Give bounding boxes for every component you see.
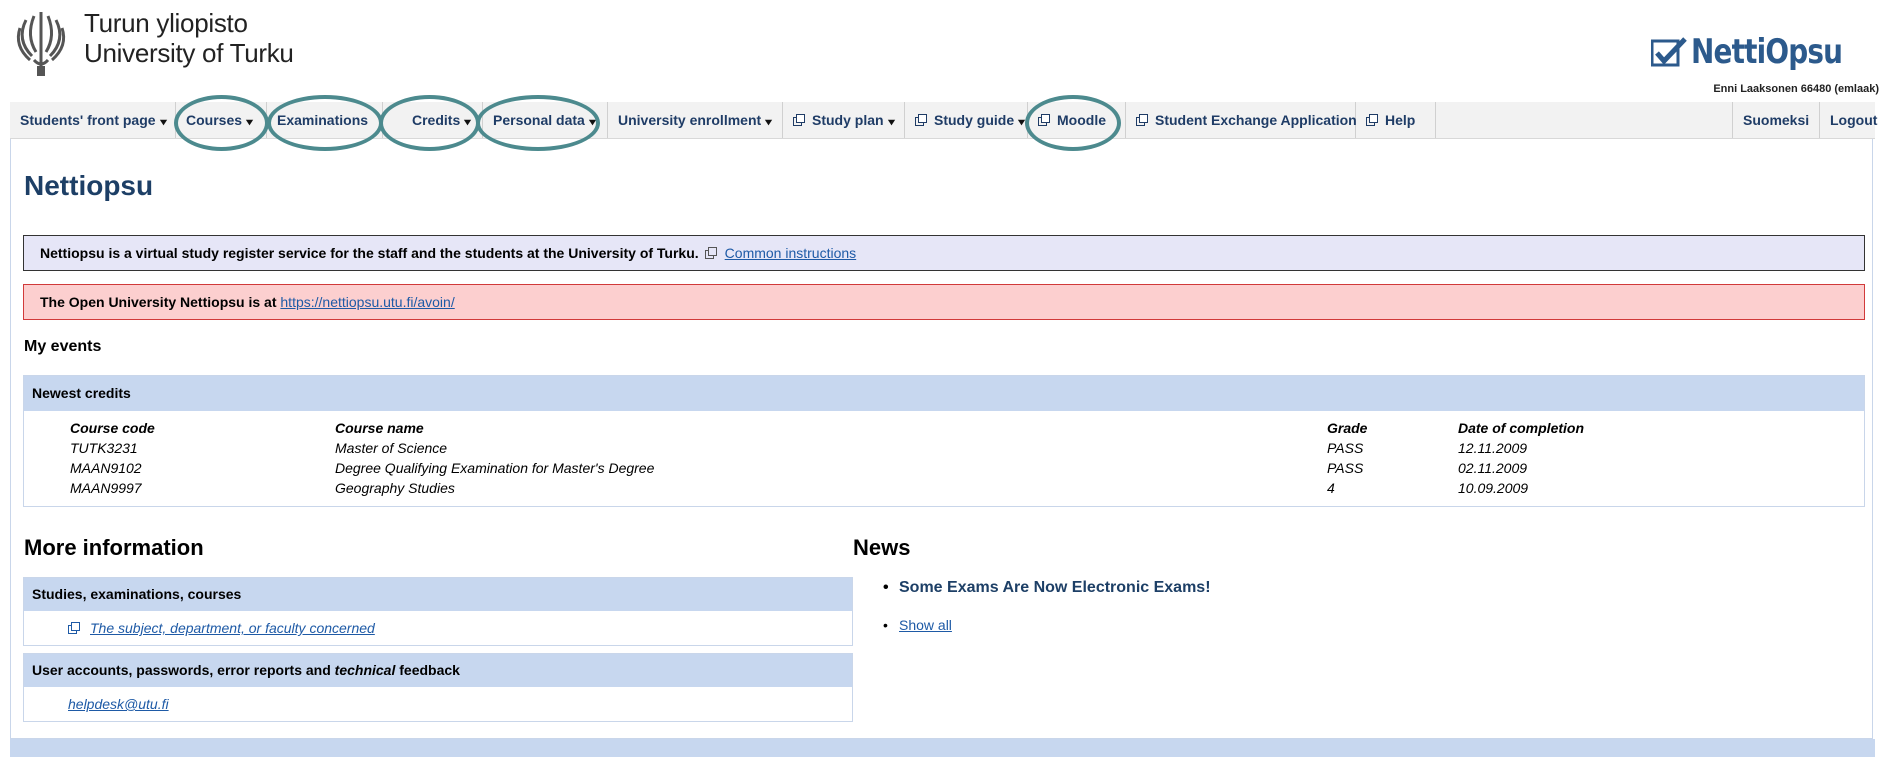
helpdesk-title-em: technical bbox=[334, 662, 396, 678]
studies-info-body: The subject, department, or faculty conc… bbox=[24, 611, 852, 645]
helpdesk-panel: User accounts, passwords, error reports … bbox=[23, 653, 853, 722]
dropdown-arrow-icon: ▾ bbox=[765, 117, 772, 128]
nav-help[interactable]: Help bbox=[1356, 102, 1436, 138]
nav-label: Study plan bbox=[812, 112, 884, 128]
logged-in-user: Enni Laaksonen 66480 (emlaak) bbox=[1713, 83, 1879, 95]
studies-info-title: Studies, examinations, courses bbox=[24, 578, 852, 611]
show-all-link[interactable]: Show all bbox=[899, 617, 952, 633]
helpdesk-title-a: User accounts, passwords, error reports … bbox=[32, 662, 331, 678]
news-list: Some Exams Are Now Electronic Exams! Sho… bbox=[883, 577, 1211, 636]
dropdown-arrow-icon: ▾ bbox=[1018, 117, 1025, 128]
column-header: Course code bbox=[70, 420, 155, 436]
grade: PASS bbox=[1327, 460, 1364, 476]
nav-university-enrollment[interactable]: University enrollment ▾ bbox=[608, 102, 783, 138]
university-name-en: University of Turku bbox=[84, 38, 294, 68]
newest-credits-panel: Newest credits Course code Course name G… bbox=[23, 375, 1865, 507]
external-link-icon bbox=[704, 247, 717, 259]
table-row: MAAN9997 Geography Studies 4 10.09.2009 bbox=[24, 478, 1864, 498]
page-title: Nettiopsu bbox=[24, 170, 154, 201]
dropdown-arrow-icon: ▾ bbox=[159, 117, 167, 128]
nav-students-front-page[interactable]: Students' front page ▾ bbox=[10, 102, 176, 138]
nav-label: Study guide bbox=[934, 112, 1015, 128]
brand-name: NettiOpsu bbox=[1690, 32, 1843, 72]
checkbox-check-icon bbox=[1650, 37, 1687, 67]
dropdown-arrow-icon: ▾ bbox=[887, 117, 895, 128]
column-header: Grade bbox=[1327, 420, 1368, 436]
nav-logout[interactable]: Logout bbox=[1820, 102, 1878, 138]
news-item-text: Some Exams Are Now Electronic Exams! bbox=[899, 579, 1211, 596]
external-link-icon bbox=[1366, 114, 1378, 126]
open-university-notice-text: The Open University Nettiopsu is at bbox=[40, 294, 277, 310]
open-university-link[interactable]: https://nettiopsu.utu.fi/avoin/ bbox=[280, 294, 454, 310]
date-of-completion: 02.11.2009 bbox=[1458, 460, 1528, 476]
external-link-icon bbox=[793, 114, 805, 126]
course-code: MAAN9102 bbox=[70, 460, 142, 476]
nav-label: Suomeksi bbox=[1743, 112, 1810, 128]
table-row: TUTK3231 Master of Science PASS 12.11.20… bbox=[24, 438, 1864, 458]
external-link-icon bbox=[1136, 114, 1148, 126]
nav-study-plan[interactable]: Study plan ▾ bbox=[783, 102, 905, 138]
faculty-link[interactable]: The subject, department, or faculty conc… bbox=[90, 620, 375, 636]
helpdesk-body: helpdesk@utu.fi bbox=[24, 687, 852, 721]
course-name: Master of Science bbox=[335, 440, 448, 456]
nav-label: Student Exchange Application bbox=[1155, 112, 1357, 128]
helpdesk-title-b: feedback bbox=[399, 662, 460, 678]
course-name: Geography Studies bbox=[335, 480, 455, 496]
course-code: TUTK3231 bbox=[70, 440, 138, 456]
my-events-heading: My events bbox=[24, 338, 102, 355]
nav-label: University enrollment bbox=[618, 112, 762, 128]
course-name: Degree Qualifying Examination for Master… bbox=[335, 460, 655, 476]
open-university-notice: The Open University Nettiopsu is at http… bbox=[23, 284, 1865, 320]
info-notice-text: Nettiopsu is a virtual study register se… bbox=[40, 245, 699, 261]
university-name-fi: Turun yliopisto bbox=[84, 8, 248, 38]
nav-label: Students' front page bbox=[20, 112, 156, 128]
column-header: Date of completion bbox=[1458, 420, 1585, 436]
helpdesk-email-link[interactable]: helpdesk@utu.fi bbox=[68, 696, 169, 712]
nav-label: Logout bbox=[1830, 112, 1878, 128]
footer-bar bbox=[10, 739, 1875, 757]
page-header: Turun yliopisto University of Turku Nett… bbox=[0, 0, 1883, 100]
table-header-row: Course code Course name Grade Date of co… bbox=[24, 418, 1864, 438]
news-show-all: Show all bbox=[883, 614, 1211, 636]
more-information-heading: More information bbox=[24, 535, 204, 560]
column-header: Course name bbox=[335, 420, 424, 436]
course-code: MAAN9997 bbox=[70, 480, 142, 496]
common-instructions-link[interactable]: Common instructions bbox=[725, 245, 857, 261]
news-item[interactable]: Some Exams Are Now Electronic Exams! bbox=[883, 577, 1211, 599]
nav-label: Help bbox=[1385, 112, 1416, 128]
external-link-icon bbox=[915, 114, 927, 126]
nav-language-suomeksi[interactable]: Suomeksi bbox=[1732, 102, 1820, 138]
nettiopsu-logo: NettiOpsu bbox=[1650, 32, 1875, 72]
university-torch-logo bbox=[16, 12, 66, 76]
helpdesk-title: User accounts, passwords, error reports … bbox=[24, 654, 852, 687]
news-heading: News bbox=[853, 535, 911, 560]
newest-credits-title: Newest credits bbox=[24, 376, 1864, 411]
grade: PASS bbox=[1327, 440, 1364, 456]
nav-study-guide[interactable]: Study guide ▾ bbox=[905, 102, 1028, 138]
university-name: Turun yliopisto University of Turku bbox=[84, 8, 294, 68]
info-notice: Nettiopsu is a virtual study register se… bbox=[23, 235, 1865, 271]
date-of-completion: 10.09.2009 bbox=[1458, 480, 1529, 496]
nav-student-exchange-application[interactable]: Student Exchange Application bbox=[1126, 102, 1357, 138]
date-of-completion: 12.11.2009 bbox=[1458, 440, 1528, 456]
studies-info-panel: Studies, examinations, courses The subje… bbox=[23, 577, 853, 646]
table-row: MAAN9102 Degree Qualifying Examination f… bbox=[24, 458, 1864, 478]
external-link-icon bbox=[68, 622, 80, 634]
grade: 4 bbox=[1327, 480, 1335, 496]
